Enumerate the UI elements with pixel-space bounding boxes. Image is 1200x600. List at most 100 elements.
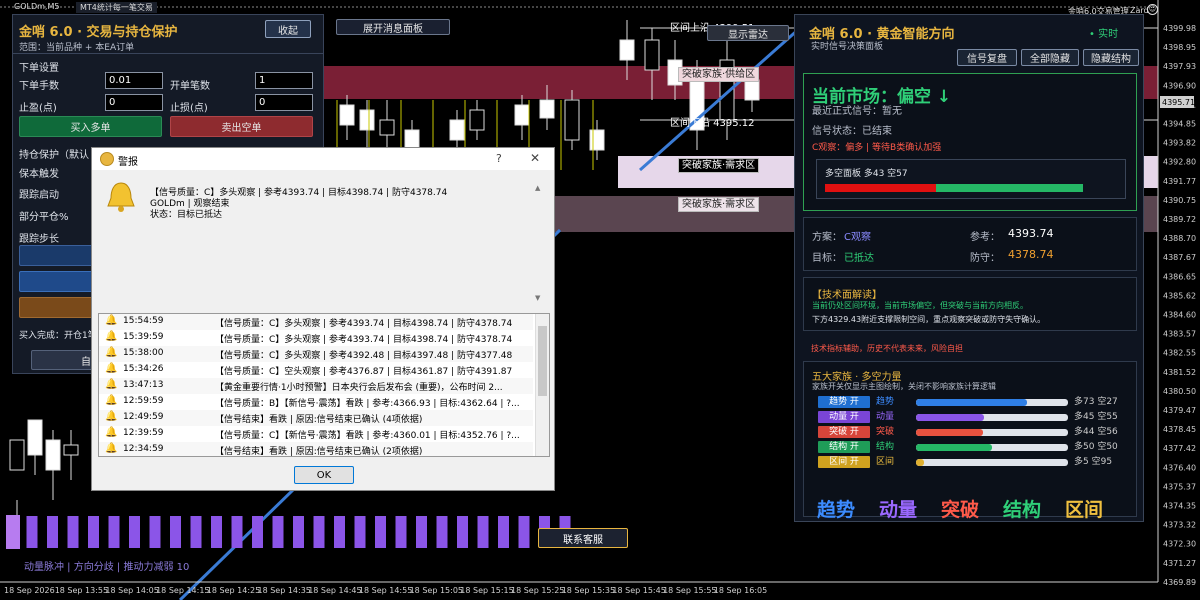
tech-line-2: 下方4329.43附近支撑限制空间，重点观察突破或防守失守确认。 xyxy=(812,315,1046,324)
protect-heading: 持仓保护（默认 xyxy=(19,150,89,161)
alert-titlebar[interactable]: 警报 ? ✕ xyxy=(92,148,554,170)
indicator-bar xyxy=(67,516,79,548)
price-tick-label: 4394.85 xyxy=(1163,120,1196,129)
families-subtitle: 家族开关仅显示主图绘制，关闭不影响家族计算逻辑 xyxy=(812,382,996,391)
price-tick-label: 4381.52 xyxy=(1163,368,1196,377)
family-toggle[interactable]: 突破 开 xyxy=(818,426,870,438)
list-scrollbar[interactable] xyxy=(535,314,549,456)
stop-label: 防守： xyxy=(970,253,1000,264)
bell-icon: 🔔 xyxy=(105,331,118,342)
alert-row[interactable]: 🔔 12:59:59 【信号质量：B】【新信号·震荡】看跌 | 参考:4366.93… xyxy=(99,394,533,410)
count-input[interactable]: 1 xyxy=(255,72,313,89)
family-bar xyxy=(916,459,1068,466)
time-tick-label: 18 Sep 14:55 xyxy=(359,586,412,595)
plan-value: C观察 xyxy=(844,232,871,243)
time-tick-label: 18 Sep 14:05 xyxy=(105,586,158,595)
c-watch-text: C观察：偏多 | 等待B类确认加强 xyxy=(812,143,942,153)
indicator-bar xyxy=(252,516,263,548)
alert-row-message: 【信号结束】看跌 | 原因:信号结束已确认 (4项依据) xyxy=(215,415,423,425)
alert-row[interactable]: 🔔 15:39:59 【信号质量：C】多头观察 | 参考4393.74 | 目标43… xyxy=(99,330,533,346)
scroll-up-icon[interactable]: ▲ xyxy=(535,184,540,192)
alert-row-time: 12:34:59 xyxy=(123,444,164,454)
order-settings-heading: 下单设置 xyxy=(19,63,59,74)
alert-message-line-3: 状态：目标已抵达 xyxy=(150,210,223,220)
tp-label: 止盈(点) xyxy=(19,103,57,114)
time-tick-label: 18 Sep 2026 xyxy=(4,586,55,595)
show-radar-button[interactable]: 显示雷达 xyxy=(707,25,789,41)
candle-body xyxy=(63,444,79,456)
family-bar xyxy=(916,429,1068,436)
close-icon[interactable]: ✕ xyxy=(530,151,540,165)
alert-row[interactable]: 🔔 12:49:59 【信号结束】看跌 | 原因:信号结束已确认 (4项依据) xyxy=(99,410,533,426)
hide-all-button[interactable]: 全部隐藏 xyxy=(1021,49,1079,66)
ea-tab[interactable]: MT4统计每一笔交易 xyxy=(76,2,157,13)
last-signal: 最近正式信号：暂无 xyxy=(812,106,902,117)
buy-button[interactable]: 买入多单 xyxy=(19,116,162,137)
disclaimer: 技术指标辅助，历史不代表未来，风险自担 xyxy=(811,344,963,353)
family-toggle[interactable]: 区间 开 xyxy=(818,456,870,468)
indicator-bar xyxy=(170,516,181,548)
family-toggle[interactable]: 趋势 开 xyxy=(818,396,870,408)
time-tick-label: 18 Sep 14:25 xyxy=(207,586,260,595)
help-icon[interactable]: ? xyxy=(496,152,502,165)
indicator-bar xyxy=(334,516,345,548)
alert-row-message: 【信号质量：C】多头观察 | 参考4393.74 | 目标4398.74 | 防… xyxy=(215,319,513,329)
alert-row[interactable]: 🔔 15:54:59 【信号质量：C】多头观察 | 参考4393.74 | 目标43… xyxy=(99,314,533,330)
alert-row-time: 15:38:00 xyxy=(123,348,164,358)
price-tick-label: 4396.90 xyxy=(1163,81,1196,90)
balance-label: 多空面板 多43 空57 xyxy=(825,169,908,179)
sl-input[interactable]: 0 xyxy=(255,94,313,111)
lot-input[interactable]: 0.01 xyxy=(105,72,163,89)
family-bar xyxy=(916,414,1068,421)
plan-card: 方案： C观察 参考： 4393.74 目标： 已抵达 防守： 4378.74 xyxy=(803,217,1137,271)
signal-review-button[interactable]: 信号复盘 xyxy=(957,49,1017,66)
hide-structure-button[interactable]: 隐藏结构 xyxy=(1083,49,1139,66)
expand-message-panel-button[interactable]: 展开消息面板 xyxy=(336,19,450,35)
bear-fill xyxy=(825,184,936,192)
alert-row-message: 【信号质量：C】空头观察 | 参考4376.87 | 目标4361.87 | 防… xyxy=(215,367,513,377)
family-bar xyxy=(916,444,1068,451)
family-toggle[interactable]: 结构 开 xyxy=(818,441,870,453)
lot-label: 下单手数 xyxy=(19,81,59,92)
family-value: 多73 空27 xyxy=(1074,397,1118,407)
indicator-bar xyxy=(211,516,222,548)
family-row: 趋势 开 趋势 多73 空27 xyxy=(804,396,1144,410)
candle-body xyxy=(45,439,61,471)
current-price-label: 4395.71 xyxy=(1162,98,1195,107)
family-row: 动量 开 动量 多45 空55 xyxy=(804,411,1144,425)
scroll-down-icon[interactable]: ▼ xyxy=(535,294,540,302)
candle-body xyxy=(744,79,760,101)
sell-button[interactable]: 卖出空单 xyxy=(170,116,313,137)
signal-panel-subtitle: 实时信号决策面板 xyxy=(811,42,884,52)
family-value: 多50 空50 xyxy=(1074,442,1118,452)
alert-history-list[interactable]: 🔔 15:54:59 【信号质量：C】多头观察 | 参考4393.74 | 目标43… xyxy=(98,313,550,457)
family-toggle[interactable]: 动量 开 xyxy=(818,411,870,423)
collapse-button[interactable]: 收起 xyxy=(265,20,311,38)
tp-input[interactable]: 0 xyxy=(105,94,163,111)
alert-row[interactable]: 🔔 15:38:00 【信号质量：C】多头观察 | 参考4392.48 | 目标43… xyxy=(99,346,533,362)
candle-body xyxy=(449,119,465,141)
status-line: 买入完成：开仓1笔 xyxy=(19,331,97,341)
indicator-bar xyxy=(477,516,489,548)
ok-button[interactable]: OK xyxy=(294,466,354,484)
indicator-bar xyxy=(395,516,407,548)
alert-row[interactable]: 🔔 12:39:59 【信号质量：C】【新信号·震荡】看跌 | 参考:4360.01… xyxy=(99,426,533,442)
alert-row[interactable]: 🔔 12:34:59 【信号结束】看跌 | 原因:信号结束已确认 (2项依据) xyxy=(99,442,533,456)
alert-row-message: 【信号质量：C】多头观察 | 参考4393.74 | 目标4398.74 | 防… xyxy=(215,335,513,345)
alert-row-time: 15:39:59 xyxy=(123,332,164,342)
family-row: 结构 开 结构 多50 空50 xyxy=(804,441,1144,455)
indicator-bar xyxy=(354,516,366,548)
candle-body xyxy=(9,439,25,471)
indicator-bar xyxy=(26,516,38,548)
alert-row-message: 【黄金重要行情·1小时预警】日本央行会后发布会 (重要)，公布时间 2... xyxy=(215,383,503,393)
price-tick-label: 4377.42 xyxy=(1163,444,1196,453)
alert-row[interactable]: 🔔 13:47:13 【黄金重要行情·1小时预警】日本央行会后发布会 (重要)，公布… xyxy=(99,378,533,394)
alert-row-message: 【信号质量：B】【新信号·震荡】看跌 | 参考:4366.93 | 目标:436… xyxy=(215,399,520,409)
alert-row[interactable]: 🔔 15:34:26 【信号质量：C】空头观察 | 参考4376.87 | 目标43… xyxy=(99,362,533,378)
indicator-bar xyxy=(108,516,120,548)
contact-service-button[interactable]: 联系客服 xyxy=(538,528,628,548)
candle-body xyxy=(619,39,635,61)
symbol-tab[interactable]: GOLDm,M5 xyxy=(14,2,59,11)
time-tick-label: 18 Sep 14:35 xyxy=(258,586,311,595)
smiley-icon[interactable]: ☺ xyxy=(1147,4,1158,15)
